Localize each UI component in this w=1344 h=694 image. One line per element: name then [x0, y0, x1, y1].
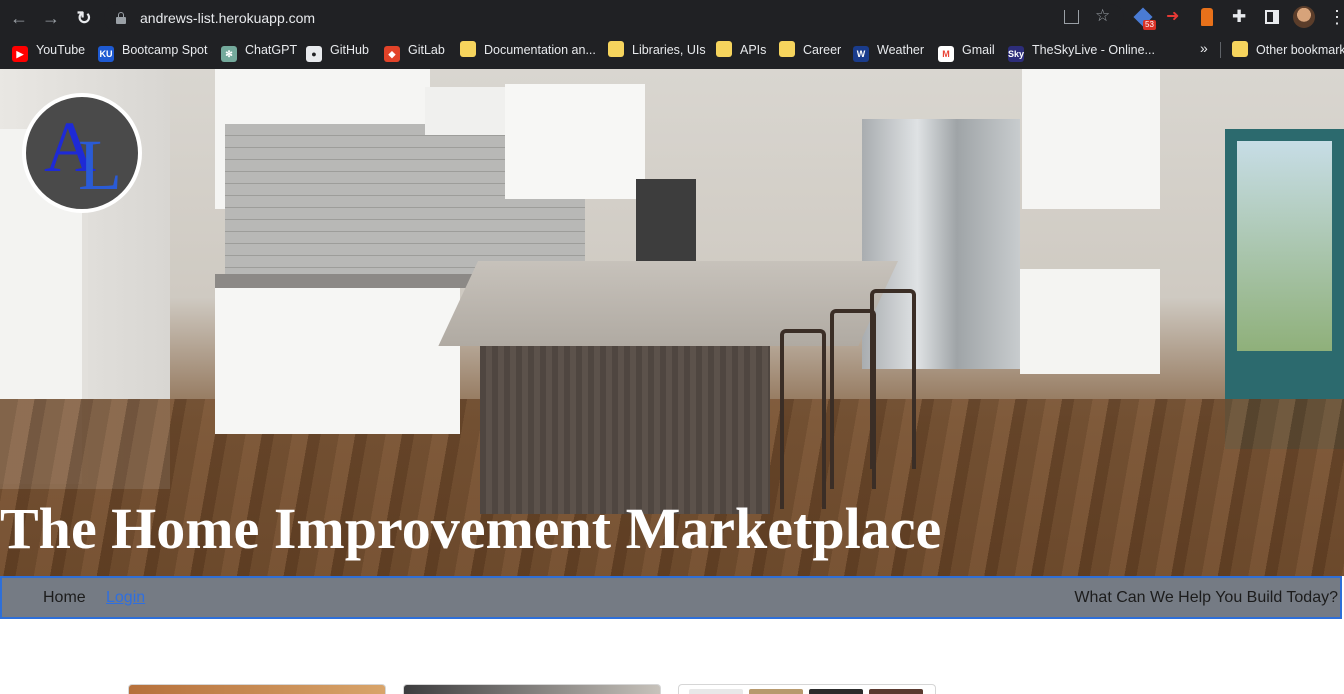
profile-avatar[interactable]: [1293, 6, 1315, 28]
folder-icon: [716, 41, 732, 57]
puzzle-icon[interactable]: ✚: [1232, 8, 1250, 26]
more-bookmarks-chevron-icon[interactable]: »: [1200, 40, 1208, 56]
bookmarks-bar: ▶ YouTube KU Bootcamp Spot ✻ ChatGPT ● GitHub ◆ G…: [0, 36, 1344, 64]
skylive-icon: Sky: [1008, 46, 1024, 62]
hero-photo-stool: [870, 289, 916, 469]
bookmark-item[interactable]: Career: [779, 40, 841, 60]
extension-badge: 53: [1143, 20, 1156, 30]
bookmark-item[interactable]: APIs: [716, 40, 766, 60]
bookmark-star-icon[interactable]: ☆: [1095, 6, 1110, 26]
bookmark-label: YouTube: [36, 43, 86, 57]
bookmark-label: GitHub: [330, 43, 369, 57]
bookmark-label: Libraries, UIs: [632, 43, 706, 57]
bookmark-other[interactable]: Other bookmarks: [1232, 40, 1344, 60]
url-text: andrews-list.herokuapp.com: [140, 10, 316, 26]
bookmark-item[interactable]: W Weather: [853, 40, 925, 62]
gitlab-icon: ◆: [384, 46, 400, 62]
product-card[interactable]: [128, 684, 386, 694]
hero-photo-base-cabinets: [215, 284, 460, 434]
bookmark-item[interactable]: Sky TheSkyLive - Online...: [1008, 40, 1155, 62]
side-panel-icon[interactable]: [1265, 10, 1279, 24]
address-bar[interactable]: andrews-list.herokuapp.com: [104, 4, 1124, 32]
product-card[interactable]: [678, 684, 936, 694]
bookmark-label: APIs: [740, 43, 767, 57]
bookmark-item[interactable]: Documentation an...: [460, 40, 596, 60]
browser-chrome: ← → ↻ andrews-list.herokuapp.com ☆ 53 ➜ …: [0, 0, 1344, 69]
hero-banner: A L The Home Improvement Marketplace: [0, 69, 1344, 576]
hero-photo-stool: [780, 329, 826, 509]
bookmark-item[interactable]: ✻ ChatGPT: [221, 40, 298, 62]
forward-arrow-icon[interactable]: →: [40, 8, 62, 28]
bookmark-item[interactable]: ▶ YouTube: [12, 40, 86, 62]
back-arrow-icon[interactable]: ←: [8, 8, 30, 28]
share-icon[interactable]: [1064, 10, 1079, 24]
hero-photo-base-cabinets: [1020, 269, 1160, 374]
nav-home-link[interactable]: Home: [43, 589, 86, 607]
bookmark-label: GitLab: [408, 43, 445, 57]
bookmark-label: Weather: [877, 43, 925, 57]
product-card[interactable]: [403, 684, 661, 694]
bookmark-label: Documentation an...: [484, 43, 596, 57]
hero-title: The Home Improvement Marketplace: [0, 496, 942, 561]
bookmark-label: Bootcamp Spot: [122, 43, 208, 57]
bookmark-label: ChatGPT: [245, 43, 298, 57]
bookmark-label: TheSkyLive - Online...: [1032, 43, 1155, 57]
folder-icon: [460, 41, 476, 57]
bookmark-item[interactable]: KU Bootcamp Spot: [98, 40, 208, 62]
site-logo[interactable]: A L: [22, 93, 142, 213]
folder-icon: [779, 41, 795, 57]
chatgpt-icon: ✻: [221, 46, 237, 62]
nav-login-link[interactable]: Login: [106, 589, 145, 607]
hero-photo-cabinets: [505, 84, 645, 199]
bookmark-item[interactable]: Libraries, UIs: [608, 40, 706, 60]
hero-photo-cabinets: [1022, 69, 1160, 209]
bookmarks-divider: [1220, 42, 1221, 58]
logo-letter-l: L: [78, 125, 122, 205]
bookmark-label: Career: [803, 43, 842, 57]
bookmark-item[interactable]: ● GitHub: [306, 40, 369, 62]
lock-icon[interactable]: [116, 12, 126, 24]
bookmark-item[interactable]: M Gmail: [938, 40, 995, 62]
youtube-icon: ▶: [12, 46, 28, 62]
weather-icon: W: [853, 46, 869, 62]
folder-icon: [608, 41, 624, 57]
gmail-icon: M: [938, 46, 954, 62]
hero-photo-island: [480, 344, 770, 514]
bookmark-item[interactable]: ◆ GitLab: [384, 40, 445, 62]
ku-icon: KU: [98, 46, 114, 62]
bookmark-label: Gmail: [962, 43, 995, 57]
navbar-tagline: What Can We Help You Build Today?: [1074, 589, 1338, 606]
menu-kebab-icon[interactable]: ⋮: [1328, 6, 1344, 28]
screen-recorder-icon[interactable]: ➜: [1166, 8, 1184, 26]
reload-icon[interactable]: ↻: [73, 8, 95, 28]
github-icon: ●: [306, 46, 322, 62]
folder-icon: [1232, 41, 1248, 57]
address-row: ← → ↻ andrews-list.herokuapp.com ☆ 53 ➜ …: [0, 0, 1344, 36]
extension-icon[interactable]: [1201, 8, 1213, 26]
site-navbar: Home Login What Can We Help You Build To…: [0, 576, 1342, 619]
